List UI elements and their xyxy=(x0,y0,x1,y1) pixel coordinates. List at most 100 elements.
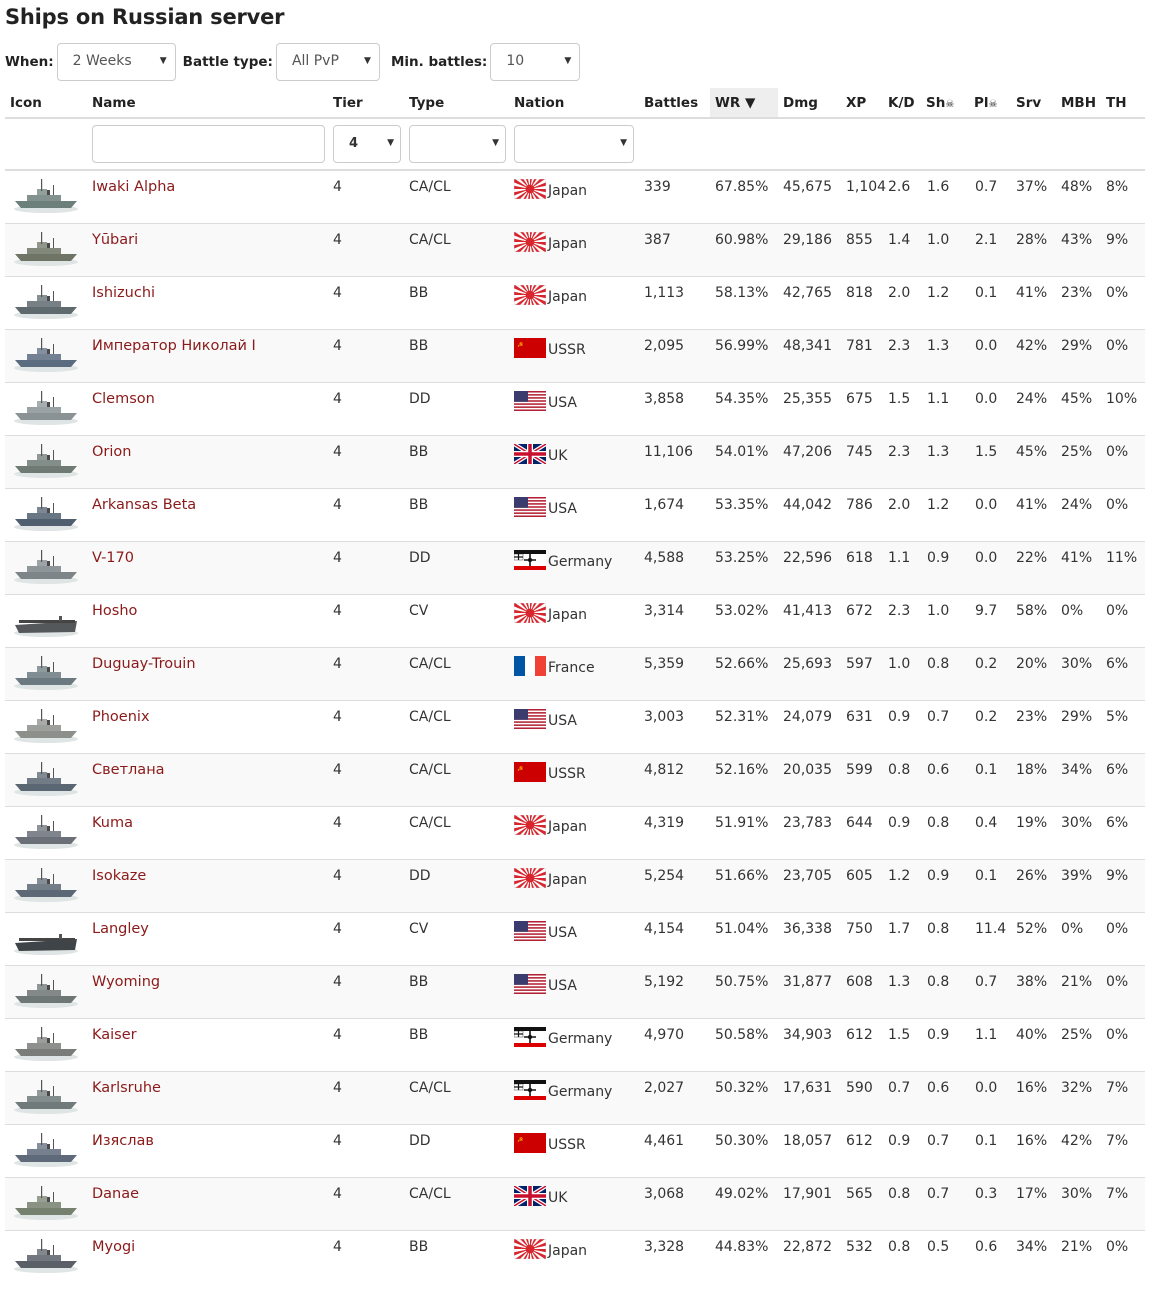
min-battles-select[interactable]: 10 ▼ xyxy=(490,43,581,81)
sh-cell: 1.3 xyxy=(925,434,972,488)
ship-name-link[interactable]: V-170 xyxy=(92,550,134,566)
tier-cell: 4 xyxy=(333,328,409,382)
wr-cell: 53.02% xyxy=(710,593,778,647)
ship-icon xyxy=(5,646,92,700)
col-battles[interactable]: Battles xyxy=(644,88,710,119)
tier-cell: 4 xyxy=(333,540,409,594)
srv-cell: 24% xyxy=(1013,381,1058,435)
tier-cell: 4 xyxy=(333,1229,409,1283)
wr-cell: 50.32% xyxy=(710,1070,778,1124)
ship-name-link[interactable]: Arkansas Beta xyxy=(92,497,196,513)
type-cell: CA/CL xyxy=(409,646,514,700)
ship-icon xyxy=(5,1017,92,1071)
th-cell: 0% xyxy=(1106,328,1145,382)
xp-cell: 532 xyxy=(842,1229,886,1283)
page-title: Ships on Russian server xyxy=(5,5,285,29)
wr-cell: 44.83% xyxy=(710,1229,778,1283)
xp-cell: 605 xyxy=(842,858,886,912)
tier-cell: 4 xyxy=(333,1123,409,1177)
ship-name-link[interactable]: Langley xyxy=(92,921,149,937)
col-xp[interactable]: XP xyxy=(842,88,886,119)
col-sh[interactable]: Sh☠ xyxy=(925,88,972,119)
uk-flag-icon xyxy=(514,1185,548,1206)
tier-cell: 4 xyxy=(333,1176,409,1230)
xp-cell: 608 xyxy=(842,964,886,1018)
kd-cell: 0.8 xyxy=(886,752,925,806)
sh-cell: 0.7 xyxy=(925,699,972,753)
col-name[interactable]: Name xyxy=(92,88,333,119)
mbh-cell: 34% xyxy=(1058,752,1106,806)
wr-cell: 53.35% xyxy=(710,487,778,541)
pl-cell: 0.0 xyxy=(972,328,1013,382)
srv-cell: 38% xyxy=(1013,964,1058,1018)
col-kd[interactable]: K/D xyxy=(886,88,925,119)
ussr-flag-icon: ☭ xyxy=(514,761,548,782)
dmg-cell: 23,705 xyxy=(778,858,842,912)
wr-cell: 52.16% xyxy=(710,752,778,806)
battles-cell: 4,588 xyxy=(644,540,710,594)
ship-name-link[interactable]: Изяслав xyxy=(92,1133,154,1149)
col-type[interactable]: Type xyxy=(409,88,514,119)
ship-name-link[interactable]: Ishizuchi xyxy=(92,285,155,301)
when-select[interactable]: 2 Weeks ▼ xyxy=(56,43,176,81)
kd-cell: 2.3 xyxy=(886,328,925,382)
table-row: V-170 4 DD Germany 4,588 53.25% 22,596 618 1.1 0.… xyxy=(5,540,1145,594)
sh-cell: 0.8 xyxy=(925,805,972,859)
tier-cell: 4 xyxy=(333,964,409,1018)
mbh-cell: 30% xyxy=(1058,805,1106,859)
sh-cell: 0.9 xyxy=(925,858,972,912)
dmg-cell: 20,035 xyxy=(778,752,842,806)
min-battles-label: Min. battles: xyxy=(390,54,488,70)
ship-name-link[interactable]: Hosho xyxy=(92,603,137,619)
srv-cell: 58% xyxy=(1013,593,1058,647)
col-mbh[interactable]: MBH xyxy=(1058,88,1106,119)
tier-cell: 4 xyxy=(333,434,409,488)
ship-name-link[interactable]: Светлана xyxy=(92,762,165,778)
table-row: Orion 4 BB UK 11,106 54.01% 47,206 745 2.3 1.3 1.5… xyxy=(5,434,1145,488)
ship-name-link[interactable]: Kaiser xyxy=(92,1027,137,1043)
col-pl[interactable]: Pl☠ xyxy=(972,88,1013,119)
pl-cell: 0.1 xyxy=(972,858,1013,912)
ship-name-link[interactable]: Phoenix xyxy=(92,709,150,725)
ship-name-link[interactable]: Kuma xyxy=(92,815,133,831)
nation-cell: Germany xyxy=(514,1017,644,1071)
battle-type-select[interactable]: All PvP ▼ xyxy=(275,43,380,81)
ship-name-link[interactable]: Duguay-Trouin xyxy=(92,656,196,672)
table-row: Kaiser 4 BB Germany 4,970 50.58% 34,903 612 1.5 0… xyxy=(5,1017,1145,1071)
type-cell: CA/CL xyxy=(409,699,514,753)
filter-row: 4 ▼ ▼ ▼ xyxy=(5,118,1145,171)
battles-cell: 5,192 xyxy=(644,964,710,1018)
ship-name-link[interactable]: Isokaze xyxy=(92,868,146,884)
kd-cell: 2.6 xyxy=(886,169,925,223)
col-icon[interactable]: Icon xyxy=(5,88,92,119)
kd-cell: 0.7 xyxy=(886,1070,925,1124)
pl-cell: 0.0 xyxy=(972,540,1013,594)
ship-name-link[interactable]: Clemson xyxy=(92,391,155,407)
ship-name-link[interactable]: Myogi xyxy=(92,1239,135,1255)
nation-label: Germany xyxy=(548,553,613,570)
col-th[interactable]: TH xyxy=(1106,88,1145,119)
type-filter-select[interactable]: ▼ xyxy=(409,125,506,163)
dmg-cell: 22,596 xyxy=(778,540,842,594)
th-cell: 7% xyxy=(1106,1070,1145,1124)
ship-name-link[interactable]: Iwaki Alpha xyxy=(92,179,175,195)
sh-cell: 1.3 xyxy=(925,328,972,382)
sh-cell: 1.6 xyxy=(925,169,972,223)
col-nation[interactable]: Nation xyxy=(514,88,644,119)
nation-cell: Japan xyxy=(514,593,644,647)
nation-filter-select[interactable]: ▼ xyxy=(514,125,634,163)
col-tier[interactable]: Tier xyxy=(333,88,409,119)
ship-name-link[interactable]: Orion xyxy=(92,444,131,460)
col-wr[interactable]: WR ▼ xyxy=(710,88,778,119)
ship-name-link[interactable]: Danae xyxy=(92,1186,139,1202)
ship-name-link[interactable]: Karlsruhe xyxy=(92,1080,161,1096)
name-filter-input[interactable] xyxy=(92,125,325,163)
kd-cell: 2.0 xyxy=(886,487,925,541)
ship-name-link[interactable]: Император Николай I xyxy=(92,338,256,354)
tier-filter-select[interactable]: 4 ▼ xyxy=(333,125,401,163)
ship-name-link[interactable]: Yūbari xyxy=(92,232,138,248)
nation-label: Germany xyxy=(548,1030,613,1047)
col-srv[interactable]: Srv xyxy=(1013,88,1058,119)
ship-name-link[interactable]: Wyoming xyxy=(92,974,160,990)
col-dmg[interactable]: Dmg xyxy=(778,88,842,119)
